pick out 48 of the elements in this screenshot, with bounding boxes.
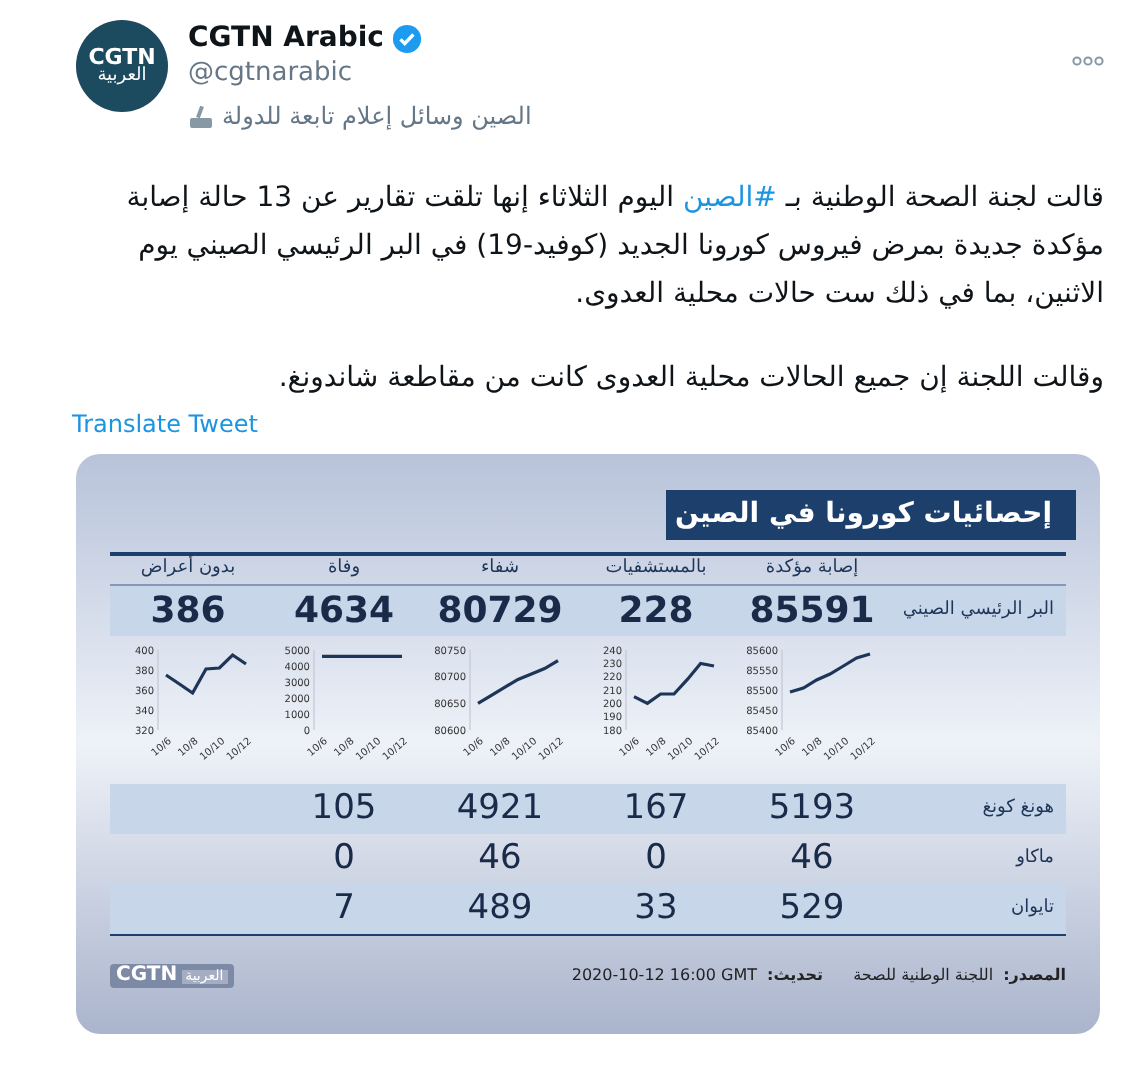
column-header: شفاء	[478, 556, 522, 583]
state-media-label[interactable]: الصين وسائل إعلام تابعة للدولة	[222, 98, 532, 134]
stat-value: 105	[309, 792, 379, 826]
trend-line	[477, 659, 559, 705]
column-header: بدون أعراض	[138, 556, 238, 583]
stat-value: 46	[788, 842, 836, 876]
stat-value: 80729	[435, 593, 565, 629]
stat-value: 0	[331, 842, 357, 876]
column-header: وفاة	[325, 556, 363, 583]
stat-value: 5193	[766, 792, 858, 826]
author-handle[interactable]: @cgtnarabic	[188, 56, 1072, 92]
tweet-text: قالت لجنة الصحة الوطنية بـ #الصين اليوم الثلاثاء إنها تلقت تقارير عن 13 حالة إصابة مؤكدة جديدة بمرض فيروس كورونا الجديد (كوفيد-19) في البر الرئيسي الصيني يوم الاثنين، بما في ذلك ست حالات محلية العدوى.	[124, 180, 1104, 314]
stat-value: 4634	[291, 593, 397, 629]
more-options-icon[interactable]	[1072, 56, 1104, 66]
stat-value: 46	[476, 842, 524, 876]
row-label: تايوان	[1008, 895, 1056, 922]
trend-line	[165, 652, 247, 696]
column-header: إصابة مؤكدة	[763, 556, 861, 583]
row-label: ماكاو	[1013, 845, 1056, 872]
infographic-title: إحصائيات كورونا في الصين	[666, 490, 1076, 540]
stat-value: 489	[465, 892, 535, 926]
stat-value: 7	[331, 892, 357, 926]
column-header: بالمستشفيات	[603, 556, 709, 583]
author-name[interactable]: CGTN Arabic	[188, 20, 384, 56]
trend-line	[789, 652, 871, 694]
stat-value: 85591	[747, 593, 877, 629]
stat-value: 33	[632, 892, 680, 926]
logo-text: CGTN	[116, 966, 178, 986]
hashtag-link[interactable]: #الصين	[683, 182, 777, 214]
update-time: 2020-10-12 16:00 GMT	[571, 964, 757, 988]
avatar-logo-text: CGTN	[88, 46, 156, 68]
avatar-logo-subtext: العربية	[97, 68, 147, 86]
source-label: المصدر:	[1003, 964, 1066, 988]
stat-value: 167	[621, 792, 691, 826]
row-label: هونغ كونغ	[980, 795, 1056, 822]
stat-value: 386	[148, 593, 228, 629]
stat-value: 4921	[454, 792, 546, 826]
translate-link[interactable]: Translate Tweet	[72, 406, 258, 442]
row-label: البر الرئيسي الصيني	[900, 597, 1056, 624]
stat-value: 0	[643, 842, 669, 876]
trend-line	[633, 661, 715, 706]
stat-value: 228	[616, 593, 696, 629]
trend-line	[322, 654, 402, 658]
source-text: اللجنة الوطنية للصحة	[853, 964, 994, 988]
podium-icon	[188, 104, 214, 128]
stat-value: 529	[777, 892, 847, 926]
update-label: تحديث:	[767, 964, 824, 988]
tweet-text: وقالت اللجنة إن جميع الحالات محلية العدوى كانت من مقاطعة شاندونغ.	[276, 360, 1104, 398]
